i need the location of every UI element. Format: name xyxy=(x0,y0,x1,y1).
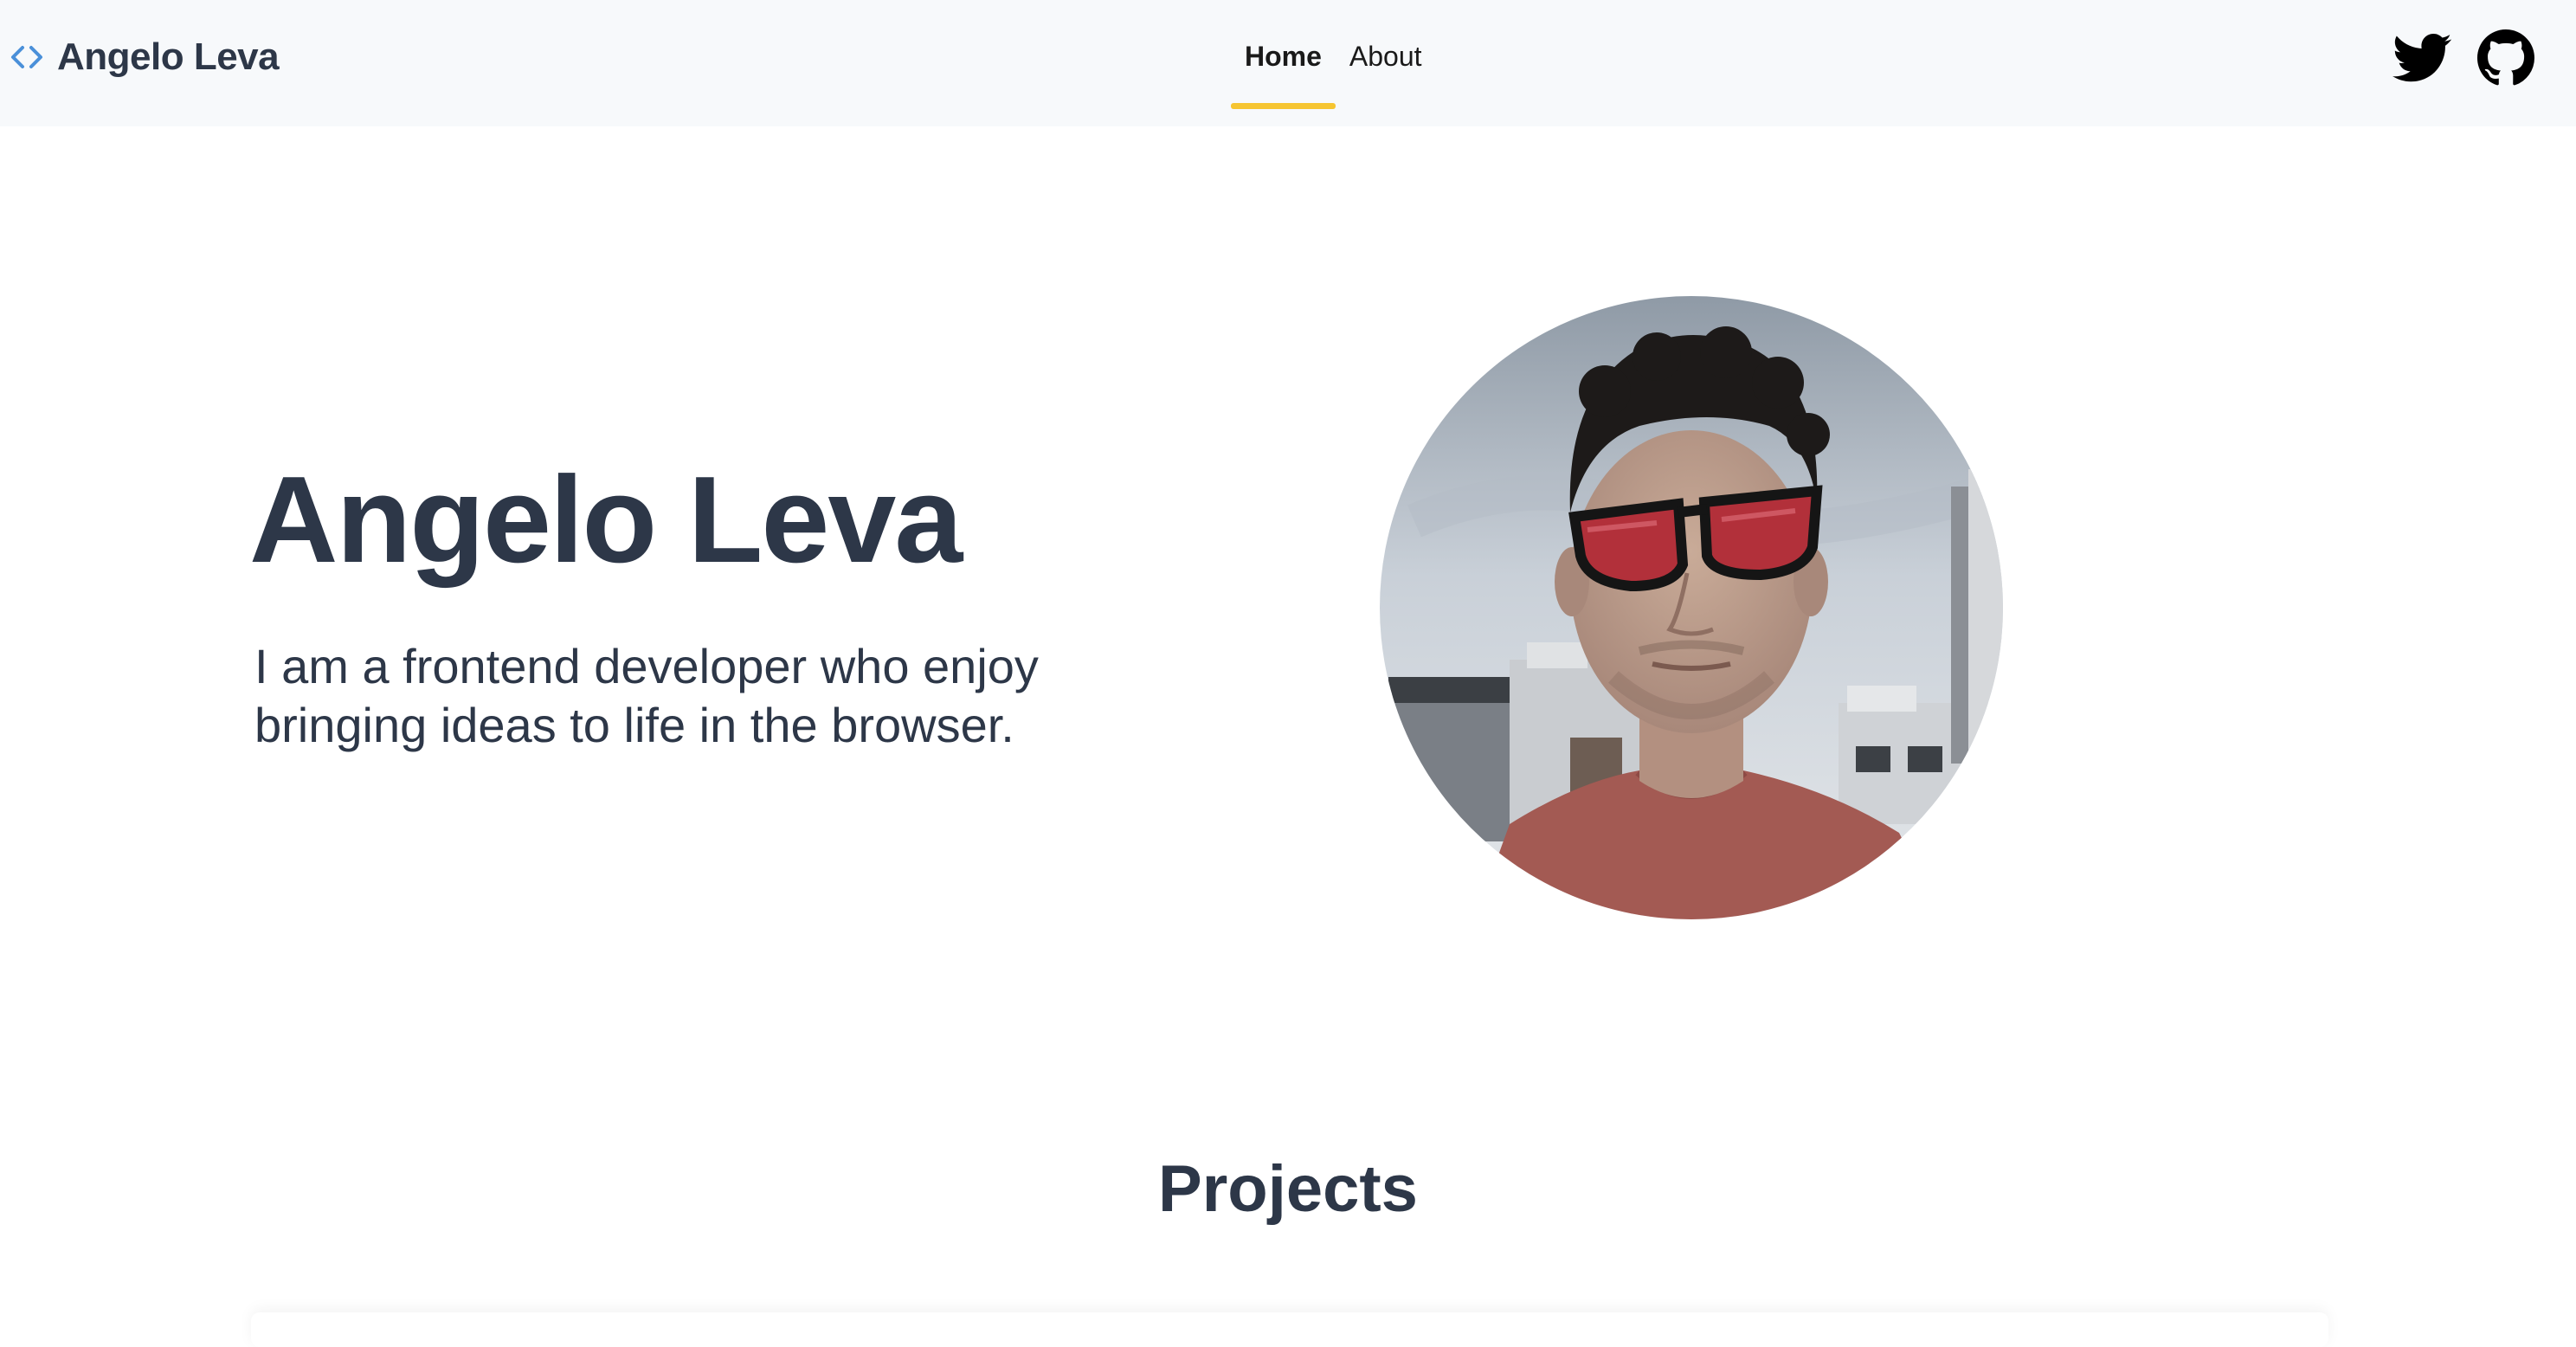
twitter-icon xyxy=(2392,33,2451,82)
github-link[interactable] xyxy=(2477,26,2536,90)
github-icon xyxy=(2477,29,2534,86)
profile-photo-illustration xyxy=(1380,296,2003,919)
brand-name: Angelo Leva xyxy=(57,35,280,78)
project-card-edge xyxy=(251,1312,2328,1347)
hero-title: Angelo Leva xyxy=(249,451,963,589)
brand-link[interactable]: Angelo Leva xyxy=(9,0,280,114)
nav-link-home-label: Home xyxy=(1245,40,1322,72)
nav-links: Home About xyxy=(1231,0,1436,126)
nav-link-home[interactable]: Home xyxy=(1231,0,1336,126)
nav-link-about-label: About xyxy=(1349,40,1422,72)
active-nav-indicator xyxy=(1231,103,1336,109)
twitter-link[interactable] xyxy=(2392,26,2455,90)
code-brackets-icon xyxy=(11,46,42,68)
hero-subtitle: I am a frontend developer who enjoy brin… xyxy=(254,639,1039,752)
nav-link-about[interactable]: About xyxy=(1336,0,1436,126)
profile-photo xyxy=(1380,296,2003,919)
projects-heading: Projects xyxy=(1158,1152,1418,1226)
navbar: Angelo Leva Home About xyxy=(0,0,2576,126)
